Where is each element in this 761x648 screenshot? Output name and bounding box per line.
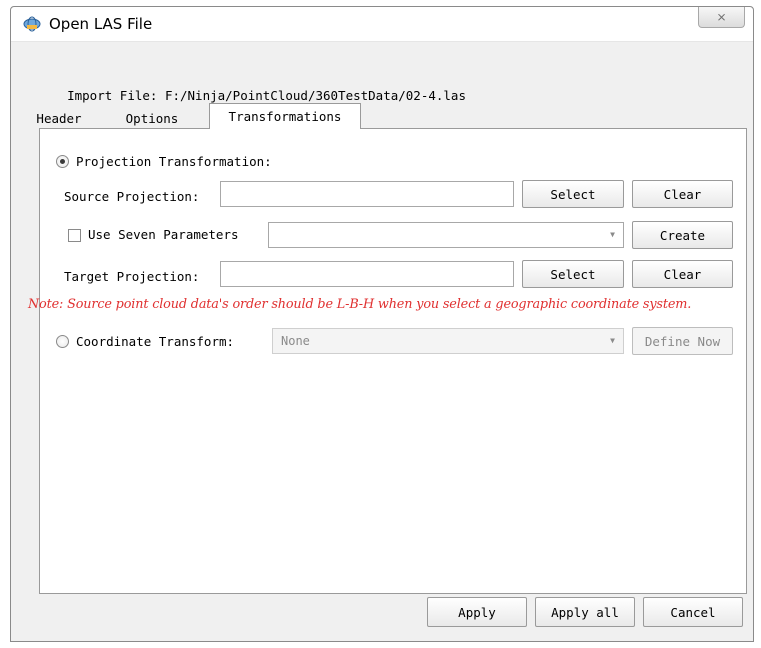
app-icon [23,16,41,32]
open-las-dialog: Open LAS File ⨯ Import File: F:/Ninja/Po… [10,6,754,642]
coordinate-transform-label: Coordinate Transform: [76,334,235,349]
projection-transformation-label: Projection Transformation: [76,154,272,169]
apply-label: Apply [458,604,496,620]
seven-parameters-checkbox[interactable] [68,229,81,242]
projection-transformation-radio[interactable] [56,155,69,168]
source-clear-label: Clear [663,186,702,202]
create-button[interactable]: Create [632,221,733,249]
source-projection-label: Source Projection: [64,189,200,204]
title-bar[interactable]: Open LAS File ⨯ [11,7,753,42]
tab-header[interactable]: Header [25,108,93,129]
create-label: Create [659,227,706,243]
target-clear-label: Clear [663,266,702,282]
target-clear-button[interactable]: Clear [632,260,733,288]
window-title: Open LAS File [49,15,153,33]
define-now-label: Define Now [644,333,721,349]
apply-button[interactable]: Apply [427,597,527,627]
close-icon: ⨯ [716,10,727,24]
tab-options-label: Options [125,111,179,126]
cancel-button[interactable]: Cancel [643,597,743,627]
cancel-label: Cancel [670,604,716,620]
close-button[interactable]: ⨯ [698,7,745,28]
source-projection-input[interactable] [220,181,514,207]
chevron-down-icon: ▼ [610,336,615,345]
apply-all-button[interactable]: Apply all [535,597,635,627]
tab-options[interactable]: Options [93,108,211,129]
apply-all-label: Apply all [551,604,619,620]
tab-transformations[interactable]: Transformations [209,103,361,129]
seven-parameters-label: Use Seven Parameters [88,227,239,242]
source-clear-button[interactable]: Clear [632,180,733,208]
source-select-button[interactable]: Select [522,180,624,208]
coordinate-transform-value: None [281,334,310,348]
tab-transformations-label: Transformations [228,109,342,124]
target-projection-label: Target Projection: [64,269,200,284]
target-projection-input[interactable] [220,261,514,287]
seven-parameters-combo[interactable]: ▼ [268,222,624,248]
chevron-down-icon: ▼ [610,230,615,239]
transformations-panel: Projection Transformation: Source Projec… [28,128,747,594]
target-select-label: Select [550,266,596,282]
geographic-order-note: Note: Source point cloud data's order sh… [28,297,692,312]
import-file-path: F:/Ninja/PointCloud/360TestData/02-4.las [164,88,466,103]
define-now-button[interactable]: Define Now [632,327,733,355]
coordinate-transform-radio[interactable] [56,335,69,348]
source-select-label: Select [550,186,596,202]
tab-header-label: Header [36,111,82,126]
target-select-button[interactable]: Select [522,260,624,288]
import-file-label: Import File: [67,88,158,103]
coordinate-transform-combo[interactable]: None ▼ [272,328,624,354]
